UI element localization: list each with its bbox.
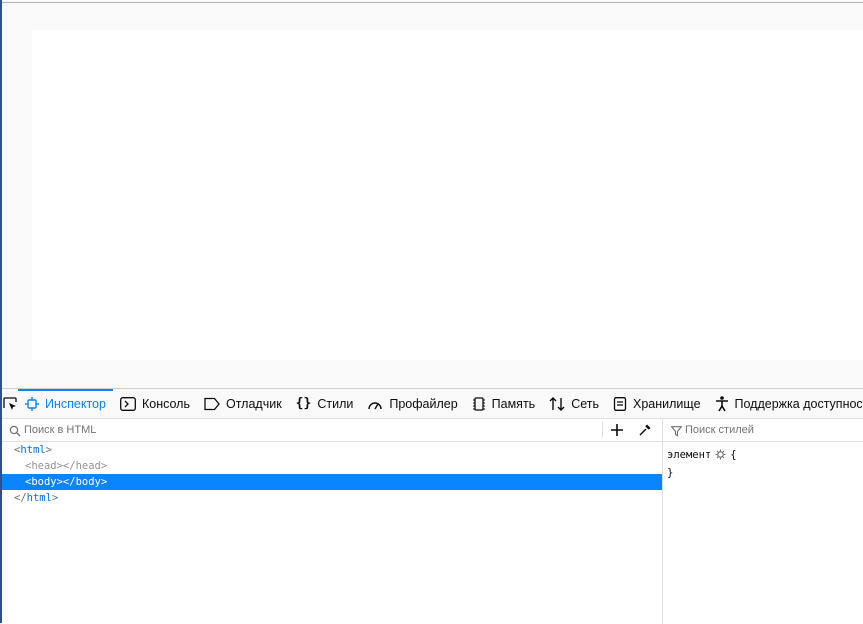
tab-label: Отладчик <box>225 396 282 411</box>
search-icon <box>9 424 21 442</box>
rule-selector: элемент <box>667 449 712 461</box>
tab-label: Стили <box>317 396 354 411</box>
tab-console[interactable]: Консоль <box>113 389 197 418</box>
devtools-panel: Инспектор Консоль Отладчик {} Стили Проф… <box>2 388 863 624</box>
rules-filter-bar <box>663 419 863 442</box>
eyedropper-icon <box>639 424 651 436</box>
markup-node-body-selected[interactable]: <body></body> <box>2 474 662 490</box>
markup-search-bar <box>2 419 662 442</box>
tab-profiler[interactable]: Профайлер <box>360 389 464 418</box>
storage-icon <box>613 396 627 411</box>
accessibility-icon <box>715 395 729 412</box>
tab-memory[interactable]: Память <box>465 389 543 418</box>
add-node-button[interactable] <box>608 421 626 439</box>
tab-storage[interactable]: Хранилище <box>606 389 708 418</box>
tag-name: html <box>26 492 52 504</box>
page-canvas[interactable] <box>32 30 863 360</box>
styles-filter-input[interactable] <box>685 422 855 438</box>
markup-node-head[interactable]: <head></head> <box>25 458 107 474</box>
markup-node-html-open[interactable]: <html> <box>14 442 52 458</box>
profiler-icon <box>367 397 383 411</box>
tab-network[interactable]: Сеть <box>542 389 606 418</box>
gear-icon[interactable] <box>715 449 726 465</box>
devtools-toolbar: Инспектор Консоль Отладчик {} Стили Проф… <box>2 389 863 419</box>
element-picker-icon <box>3 396 17 410</box>
tag-name: html <box>20 444 46 456</box>
memory-icon <box>472 396 486 411</box>
tab-label: Поддержка доступности <box>734 396 863 411</box>
inspector-icon <box>25 396 39 411</box>
debugger-icon <box>204 397 220 411</box>
tab-label: Консоль <box>141 396 190 411</box>
toolbar-separator <box>602 422 603 438</box>
rules-view: элемент { } <box>663 419 863 624</box>
tab-inspector[interactable]: Инспектор <box>18 389 113 418</box>
tab-debugger[interactable]: Отладчик <box>197 389 289 418</box>
markup-view: <html> <head></head> <body></body> </htm… <box>2 442 662 624</box>
rule-open-brace: { <box>730 449 737 461</box>
filter-icon <box>670 424 683 442</box>
tab-style-editor[interactable]: {} Стили <box>289 389 361 418</box>
html-search-input[interactable] <box>24 422 594 438</box>
eyedropper-button[interactable] <box>636 421 654 439</box>
plus-icon <box>611 424 623 436</box>
tab-label: Инспектор <box>45 396 106 411</box>
tab-label: Профайлер <box>389 396 458 411</box>
element-rule: элемент { } <box>667 447 737 481</box>
network-icon <box>549 396 565 411</box>
rule-close-brace: } <box>667 467 674 479</box>
console-icon <box>120 396 136 411</box>
tab-label: Хранилище <box>633 396 701 411</box>
tab-label: Память <box>491 396 536 411</box>
style-editor-icon: {} <box>295 396 312 411</box>
page-viewport <box>2 3 863 388</box>
selected-node-text: <body></body> <box>25 476 108 488</box>
element-picker-button[interactable] <box>2 389 18 418</box>
tab-accessibility[interactable]: Поддержка доступности <box>708 389 863 418</box>
tab-label: Сеть <box>571 396 600 411</box>
markup-node-html-close[interactable]: </html> <box>14 490 58 506</box>
